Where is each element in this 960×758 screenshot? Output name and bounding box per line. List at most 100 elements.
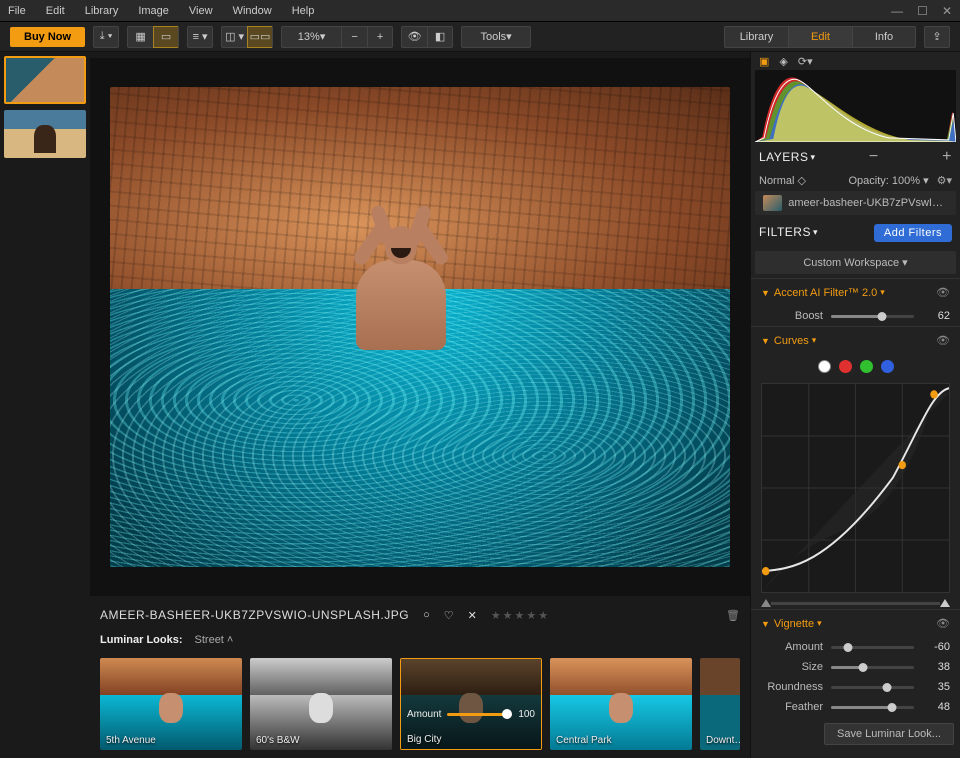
- filter-vignette-name: Vignette: [774, 618, 814, 630]
- boost-label: Boost: [761, 310, 823, 322]
- filmstrip-toggle-icon[interactable]: ▭▭: [247, 26, 273, 48]
- filter-accent-eye-icon[interactable]: 👁: [936, 286, 950, 299]
- layers-add-icon[interactable]: +: [942, 148, 952, 166]
- histogram-history-icon[interactable]: ⟳▾: [798, 55, 813, 68]
- boost-slider[interactable]: Boost 62: [751, 306, 960, 326]
- tools-dropdown[interactable]: Tools ▾: [461, 26, 531, 48]
- layer-blend-row: Normal ◇ Opacity: 100% ▾ ⚙▾: [751, 172, 960, 189]
- add-filters-button[interactable]: Add Filters: [874, 224, 952, 242]
- vignette-amount-value: -60: [922, 641, 950, 653]
- reject-icon[interactable]: ✕: [468, 609, 477, 622]
- menu-window[interactable]: Window: [233, 5, 272, 17]
- look-central-park[interactable]: Central Park: [550, 658, 692, 750]
- favorite-icon[interactable]: ♡: [444, 609, 454, 622]
- layer-gear-icon[interactable]: ⚙▾: [937, 174, 952, 187]
- filter-vignette: ▼Vignette▾ 👁 Amount -60 Size 38 Roundnes…: [751, 609, 960, 717]
- look-label: Big City: [407, 734, 441, 745]
- menu-file[interactable]: File: [8, 5, 26, 17]
- mode-tabs: Library Edit Info: [724, 26, 916, 48]
- workspace-dropdown[interactable]: Custom Workspace ▾: [755, 251, 956, 274]
- look-label: 60's B&W: [256, 735, 300, 746]
- before-after-icon[interactable]: ◧: [427, 26, 453, 48]
- look-60s-bw[interactable]: 60's B&W: [250, 658, 392, 750]
- buy-now-button[interactable]: Buy Now: [10, 27, 85, 47]
- look-amount-slider[interactable]: Amount 100: [407, 709, 535, 720]
- zoom-out-button[interactable]: −: [341, 26, 367, 48]
- layers-remove-icon[interactable]: −: [869, 148, 879, 166]
- curves-black-point[interactable]: [761, 599, 771, 607]
- menu-help[interactable]: Help: [292, 5, 315, 17]
- vignette-roundness-value: 35: [922, 681, 950, 693]
- right-panel: ▣ ◈ ⟳▾ LAYERS▾ − + Normal ◇ Opacity: 100…: [750, 52, 960, 758]
- vignette-feather-slider[interactable]: Feather 48: [751, 697, 960, 717]
- curves-channel-picker: [751, 354, 960, 379]
- menu-view[interactable]: View: [189, 5, 213, 17]
- zoom-in-button[interactable]: +: [367, 26, 393, 48]
- zoom-dropdown[interactable]: 13% ▾: [281, 26, 341, 48]
- mode-library[interactable]: Library: [724, 26, 788, 48]
- trash-icon[interactable]: 🗑: [726, 609, 740, 622]
- curves-channel-blue[interactable]: [881, 360, 894, 373]
- blend-mode-dropdown[interactable]: Normal ◇: [759, 174, 806, 187]
- histogram-toolbar: ▣ ◈ ⟳▾: [751, 52, 960, 70]
- compare-view-icon[interactable]: ◫ ▾: [221, 26, 247, 48]
- single-view-icon[interactable]: ▭: [153, 26, 179, 48]
- curves-graph[interactable]: [761, 383, 950, 593]
- mode-info[interactable]: Info: [852, 26, 916, 48]
- zoom-group: 13% ▾ − +: [281, 26, 393, 48]
- layer-name: ameer-basheer-UKB7zPVswIo-uns…: [788, 197, 948, 209]
- opacity-control[interactable]: Opacity: 100% ▾: [848, 174, 928, 187]
- menu-edit[interactable]: Edit: [46, 5, 65, 17]
- filmstrip-thumb-2[interactable]: [4, 110, 86, 158]
- mode-edit[interactable]: Edit: [788, 26, 852, 48]
- look-downtown[interactable]: Downt…: [700, 658, 740, 750]
- layer-item[interactable]: ameer-basheer-UKB7zPVswIo-uns…: [755, 191, 956, 215]
- curves-channel-red[interactable]: [839, 360, 852, 373]
- filter-vignette-header[interactable]: ▼Vignette▾ 👁: [751, 610, 960, 637]
- list-menu-icon[interactable]: ≡ ▾: [187, 26, 213, 48]
- filter-curves-eye-icon[interactable]: 👁: [936, 334, 950, 347]
- window-close-icon[interactable]: ✕: [942, 4, 952, 18]
- filter-curves: ▼Curves▾ 👁: [751, 326, 960, 609]
- rating-stars[interactable]: ★★★★★: [491, 609, 550, 622]
- filter-vignette-eye-icon[interactable]: 👁: [936, 617, 950, 630]
- color-tag-icon[interactable]: ○: [423, 609, 430, 621]
- opacity-label: Opacity:: [848, 175, 888, 187]
- look-5th-avenue[interactable]: 5th Avenue: [100, 658, 242, 750]
- share-icon[interactable]: ⇪: [924, 26, 950, 48]
- export-icon[interactable]: ⤓ ▾: [93, 26, 119, 48]
- filmstrip: [0, 52, 90, 758]
- grid-view-icon[interactable]: ▦: [127, 26, 153, 48]
- menu-image[interactable]: Image: [138, 5, 169, 17]
- vignette-size-slider[interactable]: Size 38: [751, 657, 960, 677]
- look-amount-label: Amount: [407, 709, 441, 720]
- filters-header: FILTERS▾ Add Filters: [751, 217, 960, 247]
- vignette-amount-slider[interactable]: Amount -60: [751, 637, 960, 657]
- looks-category-dropdown[interactable]: Street ˄: [195, 634, 234, 646]
- histogram-image-icon[interactable]: ▣: [759, 55, 769, 68]
- layers-header[interactable]: LAYERS▾ − +: [751, 142, 960, 172]
- filmstrip-thumb-1[interactable]: [4, 56, 86, 104]
- save-look-button[interactable]: Save Luminar Look...: [824, 723, 954, 745]
- filter-accent-header[interactable]: ▼Accent AI Filter™ 2.0▾ 👁: [751, 279, 960, 306]
- layers-title: LAYERS: [759, 150, 808, 164]
- curves-range-slider[interactable]: [751, 597, 960, 609]
- menu-library[interactable]: Library: [85, 5, 119, 17]
- histogram-layers-icon[interactable]: ◈: [779, 55, 787, 68]
- opacity-value: 100%: [892, 175, 920, 187]
- preview-eye-icon[interactable]: 👁: [401, 26, 427, 48]
- filters-title: FILTERS: [759, 225, 811, 239]
- window-maximize-icon[interactable]: ☐: [917, 4, 928, 18]
- curves-channel-luma[interactable]: [818, 360, 831, 373]
- filter-curves-name: Curves: [774, 335, 809, 347]
- vignette-roundness-slider[interactable]: Roundness 35: [751, 677, 960, 697]
- canvas[interactable]: [90, 58, 750, 596]
- curves-channel-green[interactable]: [860, 360, 873, 373]
- window-minimize-icon[interactable]: —: [891, 4, 903, 18]
- look-label: Downt…: [706, 735, 740, 746]
- vignette-roundness-label: Roundness: [761, 681, 823, 693]
- look-amount-value: 100: [518, 709, 535, 720]
- filter-curves-header[interactable]: ▼Curves▾ 👁: [751, 327, 960, 354]
- curves-white-point[interactable]: [940, 599, 950, 607]
- look-big-city[interactable]: Amount 100 Big City: [400, 658, 542, 750]
